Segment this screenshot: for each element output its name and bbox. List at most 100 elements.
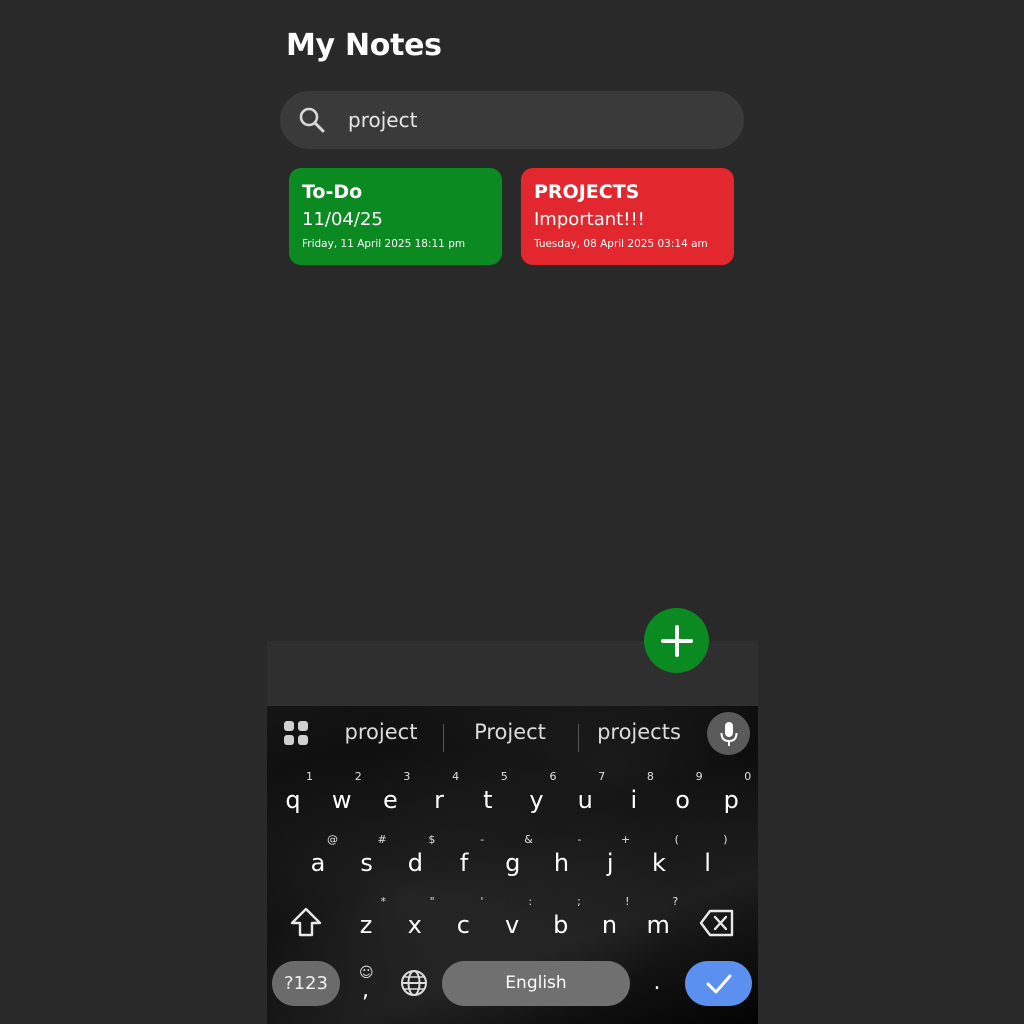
key-hint: + [620,833,631,846]
key-label: q [285,786,301,814]
key-c[interactable]: ' c [441,895,485,945]
key-hint: 3 [403,770,411,783]
key-z[interactable]: * z [344,895,388,945]
suggestion-2[interactable]: Project [460,720,560,744]
suggestion-3[interactable]: projects [589,720,689,744]
key-label: u [577,786,593,814]
key-n[interactable]: ! n [588,895,632,945]
apps-grid-icon[interactable] [283,720,309,746]
key-hint: ) [723,833,728,846]
checkmark-icon [706,974,731,993]
key-label: y [529,786,544,814]
key-hint: - [480,833,485,846]
key-label: a [310,849,326,877]
backspace-key-icon[interactable] [699,908,735,938]
key-label: j [606,849,614,877]
search-icon [299,107,325,133]
key-hint: ' [480,895,484,908]
key-g[interactable]: & g [491,833,535,883]
key-hint: ; [577,895,581,908]
key-x[interactable]: " x [393,895,437,945]
key-e[interactable]: 3e [368,770,412,820]
key-p[interactable]: 0p [709,770,753,820]
globe-icon[interactable] [399,968,429,998]
key-hint: 5 [500,770,508,783]
key-v[interactable]: :v [490,895,534,945]
note-body: Important!!! [534,209,645,230]
key-label: f [459,849,469,877]
shift-key-icon[interactable] [289,905,323,939]
key-label: g [505,849,521,877]
voice-input-button[interactable] [707,712,750,755]
key-label: p [723,786,739,814]
key-r[interactable]: 4r [417,770,461,820]
key-label: x [407,911,422,939]
note-timestamp: Tuesday, 08 April 2025 03:14 am [534,238,708,250]
key-hint: : [528,895,533,908]
comma-label: , [362,978,369,1003]
key-k[interactable]: (k [637,833,681,883]
key-hint: - [577,833,582,846]
key-label: r [434,786,445,814]
key-hint: 2 [354,770,362,783]
key-label: h [553,849,570,877]
note-title: PROJECTS [534,181,640,203]
key-hint: # [377,833,387,846]
key-d[interactable]: $ d [393,833,437,883]
search-bar[interactable] [280,91,744,149]
suggestion-1[interactable]: project [331,720,431,744]
enter-key[interactable] [685,961,752,1006]
key-hint: 6 [549,770,557,783]
symbols-key[interactable]: ?123 [272,961,340,1006]
add-note-button[interactable] [644,608,709,673]
key-s[interactable]: # s [345,833,389,883]
key-q[interactable]: 1q [271,770,315,820]
suggestion-divider [443,724,444,752]
key-hint: ? [672,895,679,908]
key-label: o [675,786,690,814]
key-b[interactable]: ; b [539,895,583,945]
note-card-projects[interactable]: PROJECTS Important!!! Tuesday, 08 April … [521,168,734,265]
on-screen-keyboard: project Project projects 1q2w3e4r5t6y7u8… [267,706,758,1024]
key-hint: 1 [306,770,313,783]
key-h[interactable]: -h [540,833,584,883]
key-label: l [704,849,711,877]
space-bar[interactable]: English [442,961,630,1006]
key-hint: " [429,895,435,908]
key-i[interactable]: 8i [612,770,656,820]
key-f[interactable]: -f [442,833,486,883]
key-w[interactable]: 2w [320,770,364,820]
key-hint: 0 [744,770,752,783]
key-label: c [456,911,470,939]
page-title: My Notes [286,28,442,63]
key-t[interactable]: 5t [466,770,510,820]
note-card-todo[interactable]: To-Do 11/04/25 Friday, 11 April 2025 18:… [289,168,502,265]
key-label: d [407,849,423,877]
key-a[interactable]: @ a [296,833,340,883]
key-label: s [360,849,373,877]
key-hint: @ [327,833,338,846]
search-input[interactable] [348,105,718,135]
key-label: n [601,911,618,939]
key-l[interactable]: ) l [686,833,730,883]
key-hint: 4 [452,770,460,783]
key-y[interactable]: 6y [515,770,559,820]
app-screen: My Notes To-Do 11/04/25 Friday, 11 April… [0,0,1024,1024]
key-label: v [504,911,520,939]
key-label: w [331,786,352,814]
emoji-comma-key[interactable]: ☺ , [352,964,382,1004]
suggestion-strip: project Project projects [267,706,758,764]
note-body: 11/04/25 [302,209,383,230]
key-label: z [359,911,373,939]
key-m[interactable]: ? m [636,895,680,945]
key-hint: * [380,895,387,908]
key-j[interactable]: + j [588,833,632,883]
plus-icon [660,624,693,657]
key-u[interactable]: 7u [563,770,607,820]
key-hint: ( [674,833,679,846]
key-label: e [383,786,398,814]
key-o[interactable]: 9o [661,770,705,820]
key-label: i [630,786,638,814]
period-key[interactable]: . [647,970,667,1000]
key-hint: 9 [695,770,703,783]
